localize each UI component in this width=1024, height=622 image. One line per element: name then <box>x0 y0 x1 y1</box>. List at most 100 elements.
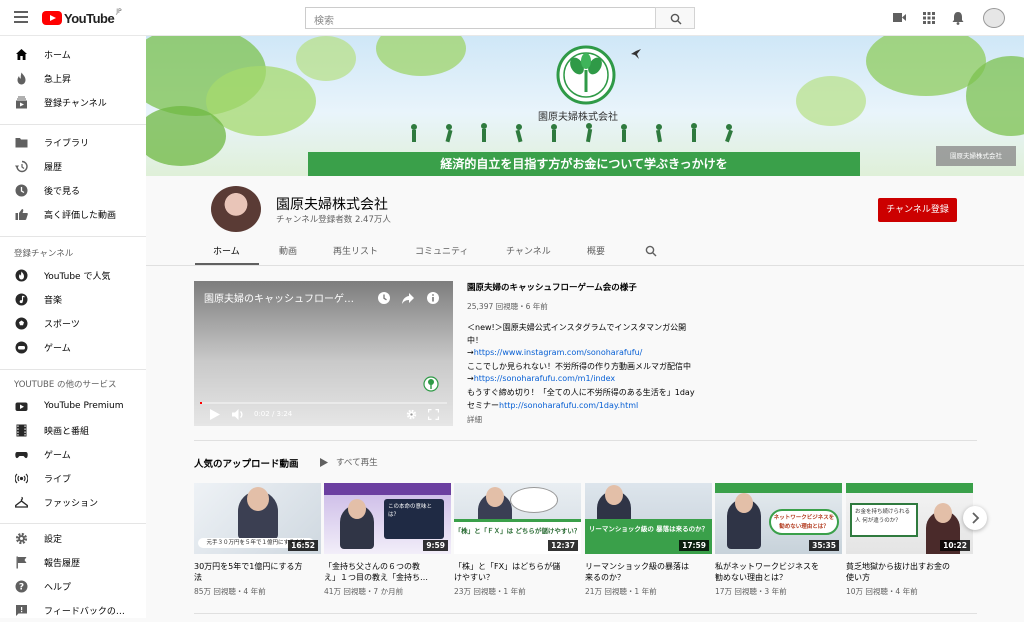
create-video-icon[interactable] <box>893 12 906 23</box>
info-icon[interactable] <box>426 291 440 305</box>
apps-icon[interactable] <box>923 12 935 24</box>
progress-bar[interactable] <box>200 402 447 404</box>
flag-icon <box>16 556 27 568</box>
account-avatar[interactable] <box>983 8 1005 28</box>
video-title-line: 使い方 <box>846 573 870 582</box>
subscriptions-icon <box>16 96 27 108</box>
search-input[interactable]: 検索 <box>305 7 656 29</box>
video-thumbnail[interactable]: 元手３０万円を５年で１億円にする方法 16:52 <box>194 483 321 554</box>
play-all-button[interactable]: すべて再生 <box>336 456 378 468</box>
sidebar-item-music[interactable]: 音楽 <box>0 287 146 311</box>
svg-text:?: ? <box>19 582 24 592</box>
video-thumbnail[interactable]: お金を持ち続けられる人 何が違うのか？ 10:22 <box>846 483 973 554</box>
sidebar-item-report-history[interactable]: 報告履歴 <box>0 550 146 574</box>
tab-community[interactable]: コミュニティ <box>415 244 468 257</box>
video-title[interactable]: 「株」と「FX」はどちらが儲 けやすい？ <box>454 561 581 583</box>
video-title[interactable]: 貧乏地獄から抜け出すお金の 使い方 <box>846 561 973 583</box>
instagram-link[interactable]: https://www.instagram.com/sonoharafufu/ <box>474 348 643 357</box>
sidebar-item-help[interactable]: ? ヘルプ <box>0 574 146 598</box>
channel-banner: 園原夫婦株式会社 経済的自立を目指す方がお金について学ぶきっかけを 園原夫婦株式… <box>146 36 1024 176</box>
description-line: 中！ <box>467 336 483 345</box>
guide-sidebar: ホーム 急上昇 登録チャンネル ライブラリ 履歴 後で見る 高く評価した動画 登… <box>0 36 146 618</box>
shelf-title[interactable]: 人気のアップロード動画 <box>194 456 299 470</box>
help-icon: ? <box>15 580 28 592</box>
sidebar-item-popular[interactable]: YouTube で人気 <box>0 263 146 287</box>
video-title[interactable]: リーマンショック級の暴落は 来るのか？ <box>585 561 712 583</box>
sidebar-item-gaming[interactable]: ゲーム <box>0 335 146 359</box>
video-title-line: 貧乏地獄から抜け出すお金の <box>846 562 950 571</box>
sidebar-item-subscriptions[interactable]: 登録チャンネル <box>0 90 146 114</box>
video-thumbnail[interactable]: この本命の意味とは？ 9:59 <box>324 483 451 554</box>
popular-icon <box>15 269 28 281</box>
video-duration: 10:22 <box>940 540 970 551</box>
channel-avatar[interactable] <box>211 186 261 232</box>
banner-company-name: 園原夫婦株式会社 <box>538 112 618 123</box>
sidebar-item-live[interactable]: ライブ <box>0 466 146 490</box>
video-title[interactable]: 私がネットワークビジネスを 勧めない理由とは？ <box>715 561 842 583</box>
sidebar-item-watch-later[interactable]: 後で見る <box>0 178 146 202</box>
watch-later-icon[interactable] <box>377 291 391 305</box>
shelf-next-button[interactable] <box>963 506 987 530</box>
sidebar-item-fashion[interactable]: ファッション <box>0 490 146 514</box>
gear-icon[interactable] <box>406 409 417 420</box>
sidebar-item-settings[interactable]: 設定 <box>0 526 146 550</box>
video-title[interactable]: 「金持ち父さんの６つの教 え」１つ目の教え「金持ち… <box>324 561 451 583</box>
tab-home[interactable]: ホーム <box>213 244 240 257</box>
sidebar-section-heading: YOUTUBE の他のサービス <box>14 380 117 390</box>
video-title-line: 「株」と「FX」はどちらが儲 <box>454 562 561 571</box>
thumbnail-caption: この本命の意味とは？ <box>384 499 444 539</box>
video-thumbnail[interactable]: 「株」と「ＦＸ」は どちらが儲けやすい？ 12:37 <box>454 483 581 554</box>
video-title[interactable]: 30万円を5年で1億円にする方法 <box>194 561 321 583</box>
video-meta: 41万 回視聴・7 か月前 <box>324 587 404 596</box>
sidebar-item-sports[interactable]: スポーツ <box>0 311 146 335</box>
featured-video-title[interactable]: 園原夫婦のキャッシュフローゲーム会の様子 <box>467 281 637 293</box>
fullscreen-icon[interactable] <box>428 409 439 420</box>
search-button[interactable] <box>655 7 695 29</box>
video-player[interactable]: 園原夫婦のキャッシュフローゲ… 0:02 / 3:24 <box>194 281 453 426</box>
sidebar-item-history[interactable]: 履歴 <box>0 154 146 178</box>
volume-icon[interactable] <box>232 409 244 420</box>
play-icon[interactable] <box>210 409 220 420</box>
sidebar-item-label: 音楽 <box>44 295 63 306</box>
channel-name: 園原夫婦株式会社 <box>276 197 388 213</box>
play-all-icon[interactable] <box>320 458 328 467</box>
sidebar-item-gaming-service[interactable]: ゲーム <box>0 442 146 466</box>
video-title-line: 勧めない理由とは？ <box>715 573 787 582</box>
feedback-icon <box>16 604 27 616</box>
subscribe-button[interactable]: チャンネル登録 <box>878 198 957 222</box>
sidebar-item-home[interactable]: ホーム <box>0 42 146 66</box>
share-icon[interactable] <box>401 291 415 305</box>
sidebar-item-label: 映画と番組 <box>44 426 90 437</box>
sidebar-item-feedback[interactable]: フィードバックの… <box>0 598 146 622</box>
show-more-link[interactable]: 詳細 <box>467 414 482 425</box>
tab-about[interactable]: 概要 <box>587 244 605 257</box>
sidebar-item-premium[interactable]: YouTube Premium <box>0 394 146 418</box>
bell-icon[interactable] <box>952 11 964 25</box>
sidebar-item-label: ホーム <box>44 50 71 61</box>
sidebar-item-trending[interactable]: 急上昇 <box>0 66 146 90</box>
sidebar-item-label: YouTube Premium <box>44 401 124 411</box>
video-title-line: 法 <box>194 573 202 582</box>
search-icon[interactable] <box>645 245 657 257</box>
newsletter-link[interactable]: https://sonoharafufu.com/m1/index <box>474 374 615 383</box>
tab-channels[interactable]: チャンネル <box>506 244 551 257</box>
sidebar-item-label: スポーツ <box>44 319 80 330</box>
sidebar-item-movies[interactable]: 映画と番組 <box>0 418 146 442</box>
video-title-line: けやすい？ <box>454 573 494 582</box>
history-icon <box>15 160 28 172</box>
seminar-link[interactable]: http://sonoharafufu.com/1day.html <box>499 401 638 410</box>
sidebar-item-label: ゲーム <box>44 450 71 461</box>
tab-videos[interactable]: 動画 <box>279 244 297 257</box>
menu-icon[interactable] <box>14 11 28 23</box>
sidebar-item-label: ゲーム <box>44 343 71 354</box>
sidebar-item-liked[interactable]: 高く評価した動画 <box>0 202 146 226</box>
thumbs-up-icon <box>15 208 28 220</box>
description-line: →https://sonoharafufu.com/m1/index <box>467 374 615 383</box>
youtube-logo[interactable]: YouTube JP <box>42 8 122 26</box>
sidebar-item-library[interactable]: ライブラリ <box>0 130 146 154</box>
search-placeholder: 検索 <box>314 16 334 27</box>
tab-playlists[interactable]: 再生リスト <box>333 244 378 257</box>
video-thumbnail[interactable]: ネットワークビジネスを 勧めない理由とは？ 35:35 <box>715 483 842 554</box>
video-meta: 10万 回視聴・4 年前 <box>846 587 918 596</box>
video-thumbnail[interactable]: リーマンショック級の 暴落は来るのか？ 17:59 <box>585 483 712 554</box>
